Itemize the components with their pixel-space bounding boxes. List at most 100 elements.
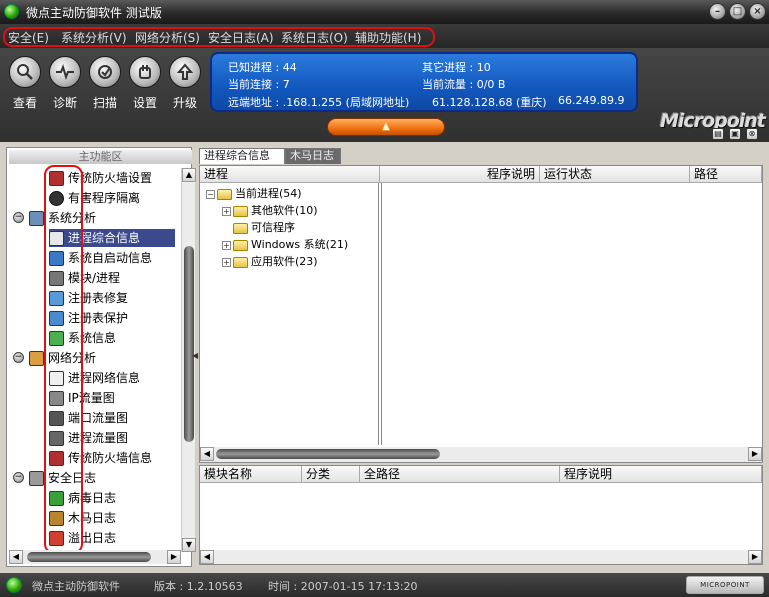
tree-hscroll-thumb[interactable]: [27, 552, 151, 562]
column-full-path[interactable]: 全路径: [360, 466, 560, 483]
magnifier-icon: [9, 56, 41, 88]
expand-node-icon[interactable]: +: [222, 206, 231, 216]
cascade-view-icon[interactable]: ▣: [729, 128, 741, 140]
scan-icon: [89, 56, 121, 88]
scan-button[interactable]: 扫描: [85, 56, 125, 111]
remote-address-2: 61.128.128.68 (重庆): [432, 96, 547, 109]
menu-utilities[interactable]: 辅助功能(H): [355, 29, 421, 46]
icon-column-highlight-outline: [44, 165, 83, 554]
menu-bar: 安全(E) 系统分析(V) 网络分析(S) 安全日志(A) 系统日志(O) 辅助…: [0, 24, 769, 48]
close-button[interactable]: ×: [749, 3, 766, 20]
tree-node-label: 应用软件(23): [251, 255, 318, 268]
tree-node-label: Windows 系统(21): [251, 238, 349, 251]
tree-node-trusted-programs[interactable]: 可信程序: [233, 220, 295, 236]
process-grid-hscroll-thumb[interactable]: [216, 449, 440, 459]
function-area-header: 主功能区: [9, 150, 192, 164]
column-process[interactable]: 进程: [200, 166, 380, 183]
process-tree-grid: 进程 程序说明 运行状态 路径 − 当前进程(54) + 其他软件(10) 可信程序…: [199, 165, 763, 463]
heartbeat-icon: [49, 56, 81, 88]
scroll-right-icon[interactable]: ▶: [167, 550, 181, 564]
menu-system-analysis[interactable]: 系统分析(V): [61, 29, 127, 46]
collapse-left-panel-icon[interactable]: ◀: [192, 351, 198, 360]
diagnose-button[interactable]: 诊断: [45, 56, 85, 111]
menu-network-analysis[interactable]: 网络分析(S): [135, 29, 200, 46]
column-program-description[interactable]: 程序说明: [560, 466, 762, 483]
upgrade-button[interactable]: 升级: [165, 56, 205, 111]
panel-splitter[interactable]: ◀: [191, 147, 198, 567]
tree-node-applications[interactable]: + 应用软件(23): [222, 254, 318, 270]
tree-horizontal-scrollbar[interactable]: ◀ ▶: [9, 550, 181, 564]
app-icon: [4, 4, 19, 19]
scroll-left-icon[interactable]: ◀: [200, 550, 214, 564]
collapse-toolbar-button[interactable]: ▲: [327, 118, 445, 136]
diagnose-label: 诊断: [52, 96, 77, 110]
tree-node-current-processes[interactable]: − 当前进程(54): [206, 186, 302, 202]
settings-button[interactable]: 设置: [125, 56, 165, 111]
folder-icon: [233, 222, 248, 234]
tile-view-icon[interactable]: ▤: [712, 128, 724, 140]
system-analysis-icon: [29, 211, 44, 226]
menu-security[interactable]: 安全(E): [8, 29, 49, 46]
column-divider: [381, 183, 382, 445]
status-bar: 微点主动防御软件 版本 : 1.2.10563 时间 : 2007-01-15 …: [0, 573, 769, 597]
column-path[interactable]: 路径: [690, 166, 762, 183]
collapse-node-icon[interactable]: −: [206, 189, 215, 199]
status-indicator-icon: [6, 577, 22, 593]
folder-icon: [217, 188, 232, 200]
window-title: 微点主动防御软件 测试版: [26, 6, 162, 20]
column-description[interactable]: 程序说明: [380, 166, 540, 183]
module-grid-hscrollbar[interactable]: ◀ ▶: [200, 550, 762, 564]
expand-node-icon[interactable]: +: [222, 257, 231, 267]
close-view-icon[interactable]: ⊗: [746, 128, 758, 140]
tree-node-other-software[interactable]: + 其他软件(10): [222, 203, 318, 219]
tab-trojan-log[interactable]: 木马日志: [285, 148, 341, 164]
minimize-button[interactable]: –: [709, 3, 726, 20]
settings-label: 设置: [132, 96, 157, 110]
network-analysis-icon: [29, 351, 44, 366]
process-grid-hscrollbar[interactable]: ◀ ▶: [200, 447, 762, 462]
menu-security-log[interactable]: 安全日志(A): [208, 29, 274, 46]
tab-process-info[interactable]: 进程综合信息: [199, 148, 285, 164]
upgrade-icon: [169, 56, 201, 88]
main-body: 主功能区 传统防火墙设置 有害程序隔离 − 系统分析 进程综合信息 系统自启动信…: [0, 142, 769, 573]
restore-button[interactable]: □: [729, 3, 746, 20]
scan-label: 扫描: [92, 96, 117, 110]
info-panel: 已知进程 : 44 其它进程 : 10 当前连接 : 7 当前流量 : 0/0 …: [210, 52, 638, 112]
menu-system-log[interactable]: 系统日志(O): [281, 29, 348, 46]
tree-node-label: 其他软件(10): [251, 204, 318, 217]
column-module-name[interactable]: 模块名称: [200, 466, 302, 483]
status-version: 版本 : 1.2.10563: [154, 580, 243, 593]
folder-icon: [233, 239, 248, 251]
upgrade-label: 升级: [172, 96, 197, 110]
tree-node-label: 当前进程(54): [235, 187, 302, 200]
view-button[interactable]: 查看: [5, 56, 45, 111]
expand-node-icon[interactable]: +: [222, 240, 231, 250]
column-divider: [378, 183, 379, 445]
function-tree-panel: 主功能区 传统防火墙设置 有害程序隔离 − 系统分析 进程综合信息 系统自启动信…: [6, 147, 196, 567]
security-log-icon: [29, 471, 44, 486]
title-bar: 微点主动防御软件 测试版 – □ ×: [0, 0, 769, 24]
scroll-left-icon[interactable]: ◀: [9, 550, 23, 564]
scroll-left-icon[interactable]: ◀: [200, 447, 214, 461]
remote-address-3: 66.249.89.9: [558, 94, 625, 107]
known-processes: 已知进程 : 44: [228, 61, 297, 74]
current-traffic: 当前流量 : 0/0 B: [422, 78, 506, 91]
column-category[interactable]: 分类: [302, 466, 360, 483]
view-label: 查看: [12, 96, 37, 110]
status-app-name: 微点主动防御软件: [32, 580, 120, 593]
folder-icon: [233, 205, 248, 217]
scroll-right-icon[interactable]: ▶: [748, 550, 762, 564]
scroll-right-icon[interactable]: ▶: [748, 447, 762, 461]
collapse-security-log-icon[interactable]: −: [13, 472, 24, 483]
current-connections: 当前连接 : 7: [228, 78, 290, 91]
micropoint-badge: MICROPOINT: [686, 576, 764, 594]
other-processes: 其它进程 : 10: [422, 61, 491, 74]
collapse-network-analysis-icon[interactable]: −: [13, 352, 24, 363]
status-time: 时间 : 2007-01-15 17:13:20: [268, 580, 418, 593]
folder-icon: [233, 256, 248, 268]
tree-node-windows-system[interactable]: + Windows 系统(21): [222, 237, 348, 253]
column-status[interactable]: 运行状态: [540, 166, 690, 183]
tree-node-label: 可信程序: [251, 221, 295, 234]
collapse-system-analysis-icon[interactable]: −: [13, 212, 24, 223]
module-grid: 模块名称 分类 全路径 程序说明 ◀ ▶: [199, 465, 763, 565]
